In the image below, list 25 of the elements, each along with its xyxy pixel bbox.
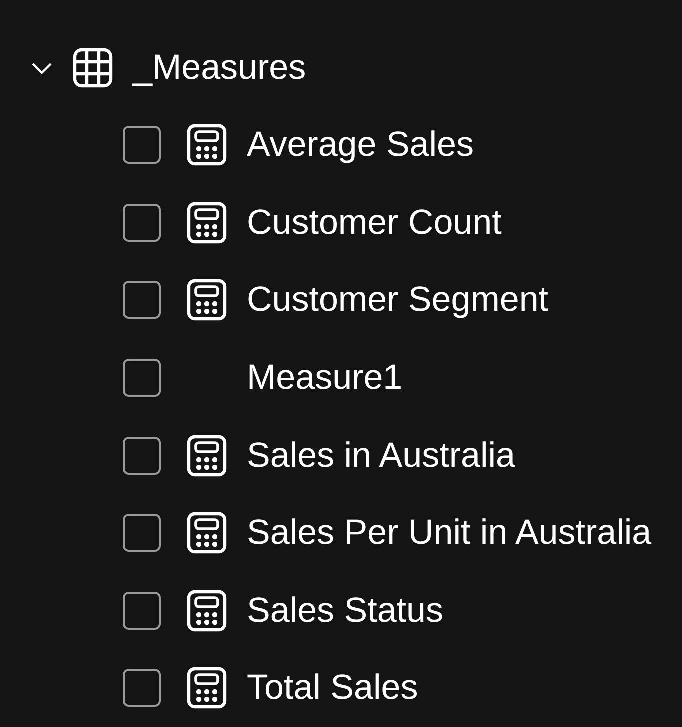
checkbox[interactable] (123, 204, 161, 242)
calculator-icon (187, 434, 227, 477)
checkbox[interactable] (123, 359, 161, 398)
field-name[interactable]: Total Sales (247, 668, 418, 708)
calculator-icon (187, 667, 227, 710)
field-name[interactable]: Sales Status (247, 590, 444, 631)
calculator-icon (187, 512, 227, 554)
checkbox[interactable] (123, 514, 161, 552)
calculator-icon (187, 124, 227, 166)
field-name[interactable]: Sales Per Unit in Australia (247, 513, 652, 554)
calculator-icon (187, 279, 227, 322)
table-icon (73, 48, 113, 88)
field-name[interactable]: Customer Segment (247, 280, 549, 320)
field-name[interactable]: Customer Count (247, 202, 502, 243)
checkbox[interactable] (123, 669, 161, 708)
calculator-icon (187, 590, 227, 632)
checkbox[interactable] (123, 592, 161, 630)
checkbox[interactable] (123, 281, 161, 320)
field-name[interactable]: Average Sales (247, 125, 474, 166)
field-name[interactable]: Measure1 (247, 358, 403, 398)
field-name[interactable]: Sales in Australia (247, 436, 516, 476)
calculator-icon (187, 202, 227, 244)
table-name[interactable]: _Measures (133, 48, 306, 88)
checkbox[interactable] (123, 126, 161, 164)
checkbox[interactable] (123, 436, 161, 475)
